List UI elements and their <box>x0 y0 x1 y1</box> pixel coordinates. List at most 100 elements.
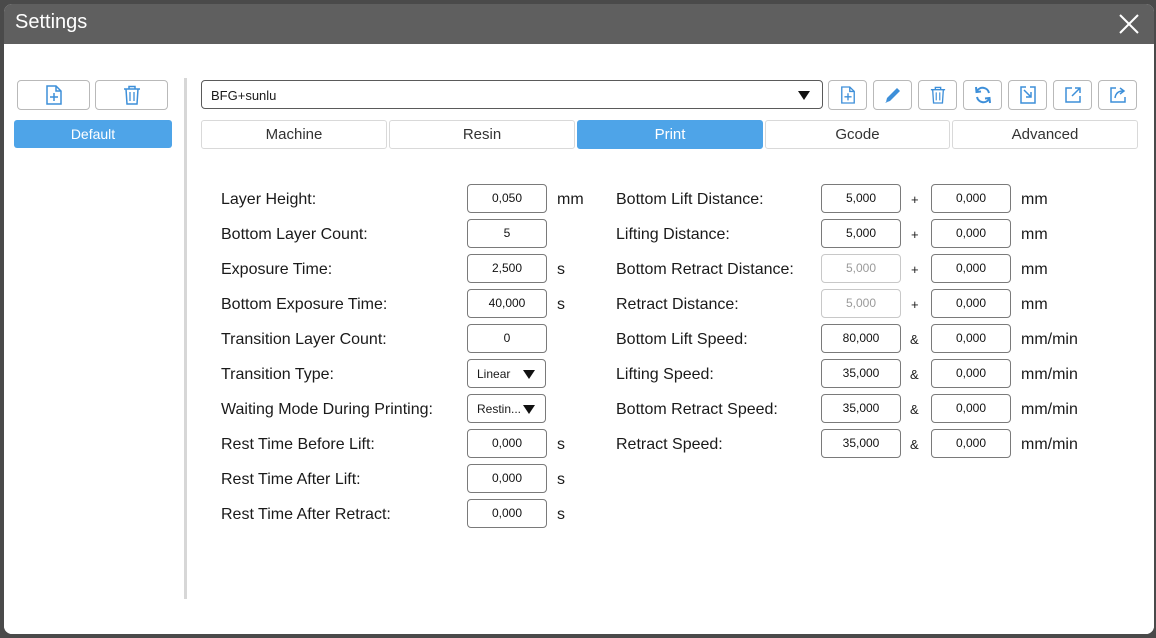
export-button[interactable] <box>1053 80 1092 110</box>
trash-icon <box>123 85 140 105</box>
lifting-speed-label: Lifting Speed: <box>616 366 714 383</box>
settings-window: Settings Default BFG+sunlu Machine Resin… <box>4 4 1154 634</box>
import-icon <box>1019 86 1036 104</box>
bottom-retract-speed-unit: mm/min <box>1021 401 1078 418</box>
rest-time-after-retract-label: Rest Time After Retract: <box>221 506 391 523</box>
bottom-lift-speed-unit: mm/min <box>1021 331 1078 348</box>
retract-distance-unit: mm <box>1021 296 1048 313</box>
chevron-down-icon <box>798 91 810 100</box>
bottom-lift-distance-label: Bottom Lift Distance: <box>616 191 764 208</box>
bottom-retract-distance-extra-input[interactable]: 0,000 <box>931 254 1011 283</box>
rest-time-after-lift-label: Rest Time After Lift: <box>221 471 361 488</box>
lifting-speed-separator: & <box>910 367 919 382</box>
tab-advanced[interactable]: Advanced <box>952 120 1138 149</box>
pencil-icon <box>884 88 900 103</box>
layer-height-input[interactable]: 0,050 <box>467 184 547 213</box>
transition-layer-count-input[interactable]: 0 <box>467 324 547 353</box>
waiting-mode-label: Waiting Mode During Printing: <box>221 401 433 418</box>
transition-layer-count-label: Transition Layer Count: <box>221 331 387 348</box>
layer-height-unit: mm <box>557 191 584 208</box>
exposure-time-input[interactable]: 2,500 <box>467 254 547 283</box>
chevron-down-icon <box>523 405 535 414</box>
lifting-distance-label: Lifting Distance: <box>616 226 730 243</box>
bottom-layer-count-input[interactable]: 5 <box>467 219 547 248</box>
machine-profile-dropdown[interactable]: BFG+sunlu <box>201 80 823 109</box>
bottom-retract-speed-separator: & <box>910 402 919 417</box>
retract-distance-separator: + <box>911 297 919 312</box>
tab-print[interactable]: Print <box>577 120 763 149</box>
transition-type-select[interactable]: Linear <box>467 359 546 388</box>
retract-speed-label: Retract Speed: <box>616 436 723 453</box>
export-icon <box>1064 87 1081 103</box>
bottom-retract-speed-extra-input[interactable]: 0,000 <box>931 394 1011 423</box>
panel-divider <box>184 78 187 599</box>
rest-time-after-lift-input[interactable]: 0,000 <box>467 464 547 493</box>
share-icon <box>1109 87 1126 103</box>
tab-resin[interactable]: Resin <box>389 120 575 149</box>
waiting-mode-value: Restin... <box>477 402 522 416</box>
rest-time-before-lift-input[interactable]: 0,000 <box>467 429 547 458</box>
bottom-lift-distance-unit: mm <box>1021 191 1048 208</box>
retract-distance-extra-input[interactable]: 0,000 <box>931 289 1011 318</box>
bottom-retract-distance-unit: mm <box>1021 261 1048 278</box>
machine-profile-value: BFG+sunlu <box>211 88 277 103</box>
retract-speed-input[interactable]: 35,000 <box>821 429 901 458</box>
bottom-retract-speed-label: Bottom Retract Speed: <box>616 401 778 418</box>
add-profile-button[interactable] <box>17 80 90 110</box>
delete-profile-button[interactable] <box>95 80 168 110</box>
refresh-icon <box>974 86 991 104</box>
retract-distance-label: Retract Distance: <box>616 296 739 313</box>
retract-distance-input: 5,000 <box>821 289 901 318</box>
exposure-time-unit: s <box>557 261 565 278</box>
bottom-retract-speed-input[interactable]: 35,000 <box>821 394 901 423</box>
bottom-retract-distance-label: Bottom Retract Distance: <box>616 261 794 278</box>
rest-time-after-lift-unit: s <box>557 471 565 488</box>
bottom-retract-distance-input: 5,000 <box>821 254 901 283</box>
retract-speed-separator: & <box>910 437 919 452</box>
file-add-icon <box>840 86 855 104</box>
title-bar: Settings <box>4 4 1154 44</box>
bottom-lift-distance-extra-input[interactable]: 0,000 <box>931 184 1011 213</box>
share-button[interactable] <box>1098 80 1137 110</box>
profile-item-default[interactable]: Default <box>14 120 172 148</box>
bottom-layer-count-label: Bottom Layer Count: <box>221 226 368 243</box>
bottom-lift-distance-input[interactable]: 5,000 <box>821 184 901 213</box>
lifting-distance-extra-input[interactable]: 0,000 <box>931 219 1011 248</box>
rest-time-before-lift-unit: s <box>557 436 565 453</box>
bottom-lift-distance-separator: + <box>911 192 919 207</box>
window-title: Settings <box>15 11 88 33</box>
rest-time-before-lift-label: Rest Time Before Lift: <box>221 436 375 453</box>
delete-machine-button[interactable] <box>918 80 957 110</box>
transition-type-value: Linear <box>477 367 511 381</box>
exposure-time-label: Exposure Time: <box>221 261 333 278</box>
edit-machine-button[interactable] <box>873 80 912 110</box>
bottom-lift-speed-extra-input[interactable]: 0,000 <box>931 324 1011 353</box>
transition-type-label: Transition Type: <box>221 366 334 383</box>
lifting-speed-input[interactable]: 35,000 <box>821 359 901 388</box>
waiting-mode-select[interactable]: Restin... <box>467 394 546 423</box>
chevron-down-icon <box>523 370 535 379</box>
lifting-distance-input[interactable]: 5,000 <box>821 219 901 248</box>
retract-speed-unit: mm/min <box>1021 436 1078 453</box>
lifting-speed-unit: mm/min <box>1021 366 1078 383</box>
bottom-lift-speed-input[interactable]: 80,000 <box>821 324 901 353</box>
refresh-button[interactable] <box>963 80 1002 110</box>
add-machine-button[interactable] <box>828 80 867 110</box>
bottom-retract-distance-separator: + <box>911 262 919 277</box>
lifting-speed-extra-input[interactable]: 0,000 <box>931 359 1011 388</box>
bottom-lift-speed-separator: & <box>910 332 919 347</box>
tab-gcode[interactable]: Gcode <box>765 120 950 149</box>
rest-time-after-retract-input[interactable]: 0,000 <box>467 499 547 528</box>
rest-time-after-retract-unit: s <box>557 506 565 523</box>
lifting-distance-separator: + <box>911 227 919 242</box>
retract-speed-extra-input[interactable]: 0,000 <box>931 429 1011 458</box>
bottom-exposure-time-label: Bottom Exposure Time: <box>221 296 388 313</box>
bottom-exposure-time-input[interactable]: 40,000 <box>467 289 547 318</box>
settings-tabs: Machine Resin Print Gcode Advanced <box>201 120 1138 149</box>
close-button[interactable] <box>1114 9 1144 39</box>
import-button[interactable] <box>1008 80 1047 110</box>
bottom-lift-speed-label: Bottom Lift Speed: <box>616 331 748 348</box>
file-add-icon <box>45 85 62 105</box>
trash-icon <box>930 86 945 104</box>
tab-machine[interactable]: Machine <box>201 120 387 149</box>
